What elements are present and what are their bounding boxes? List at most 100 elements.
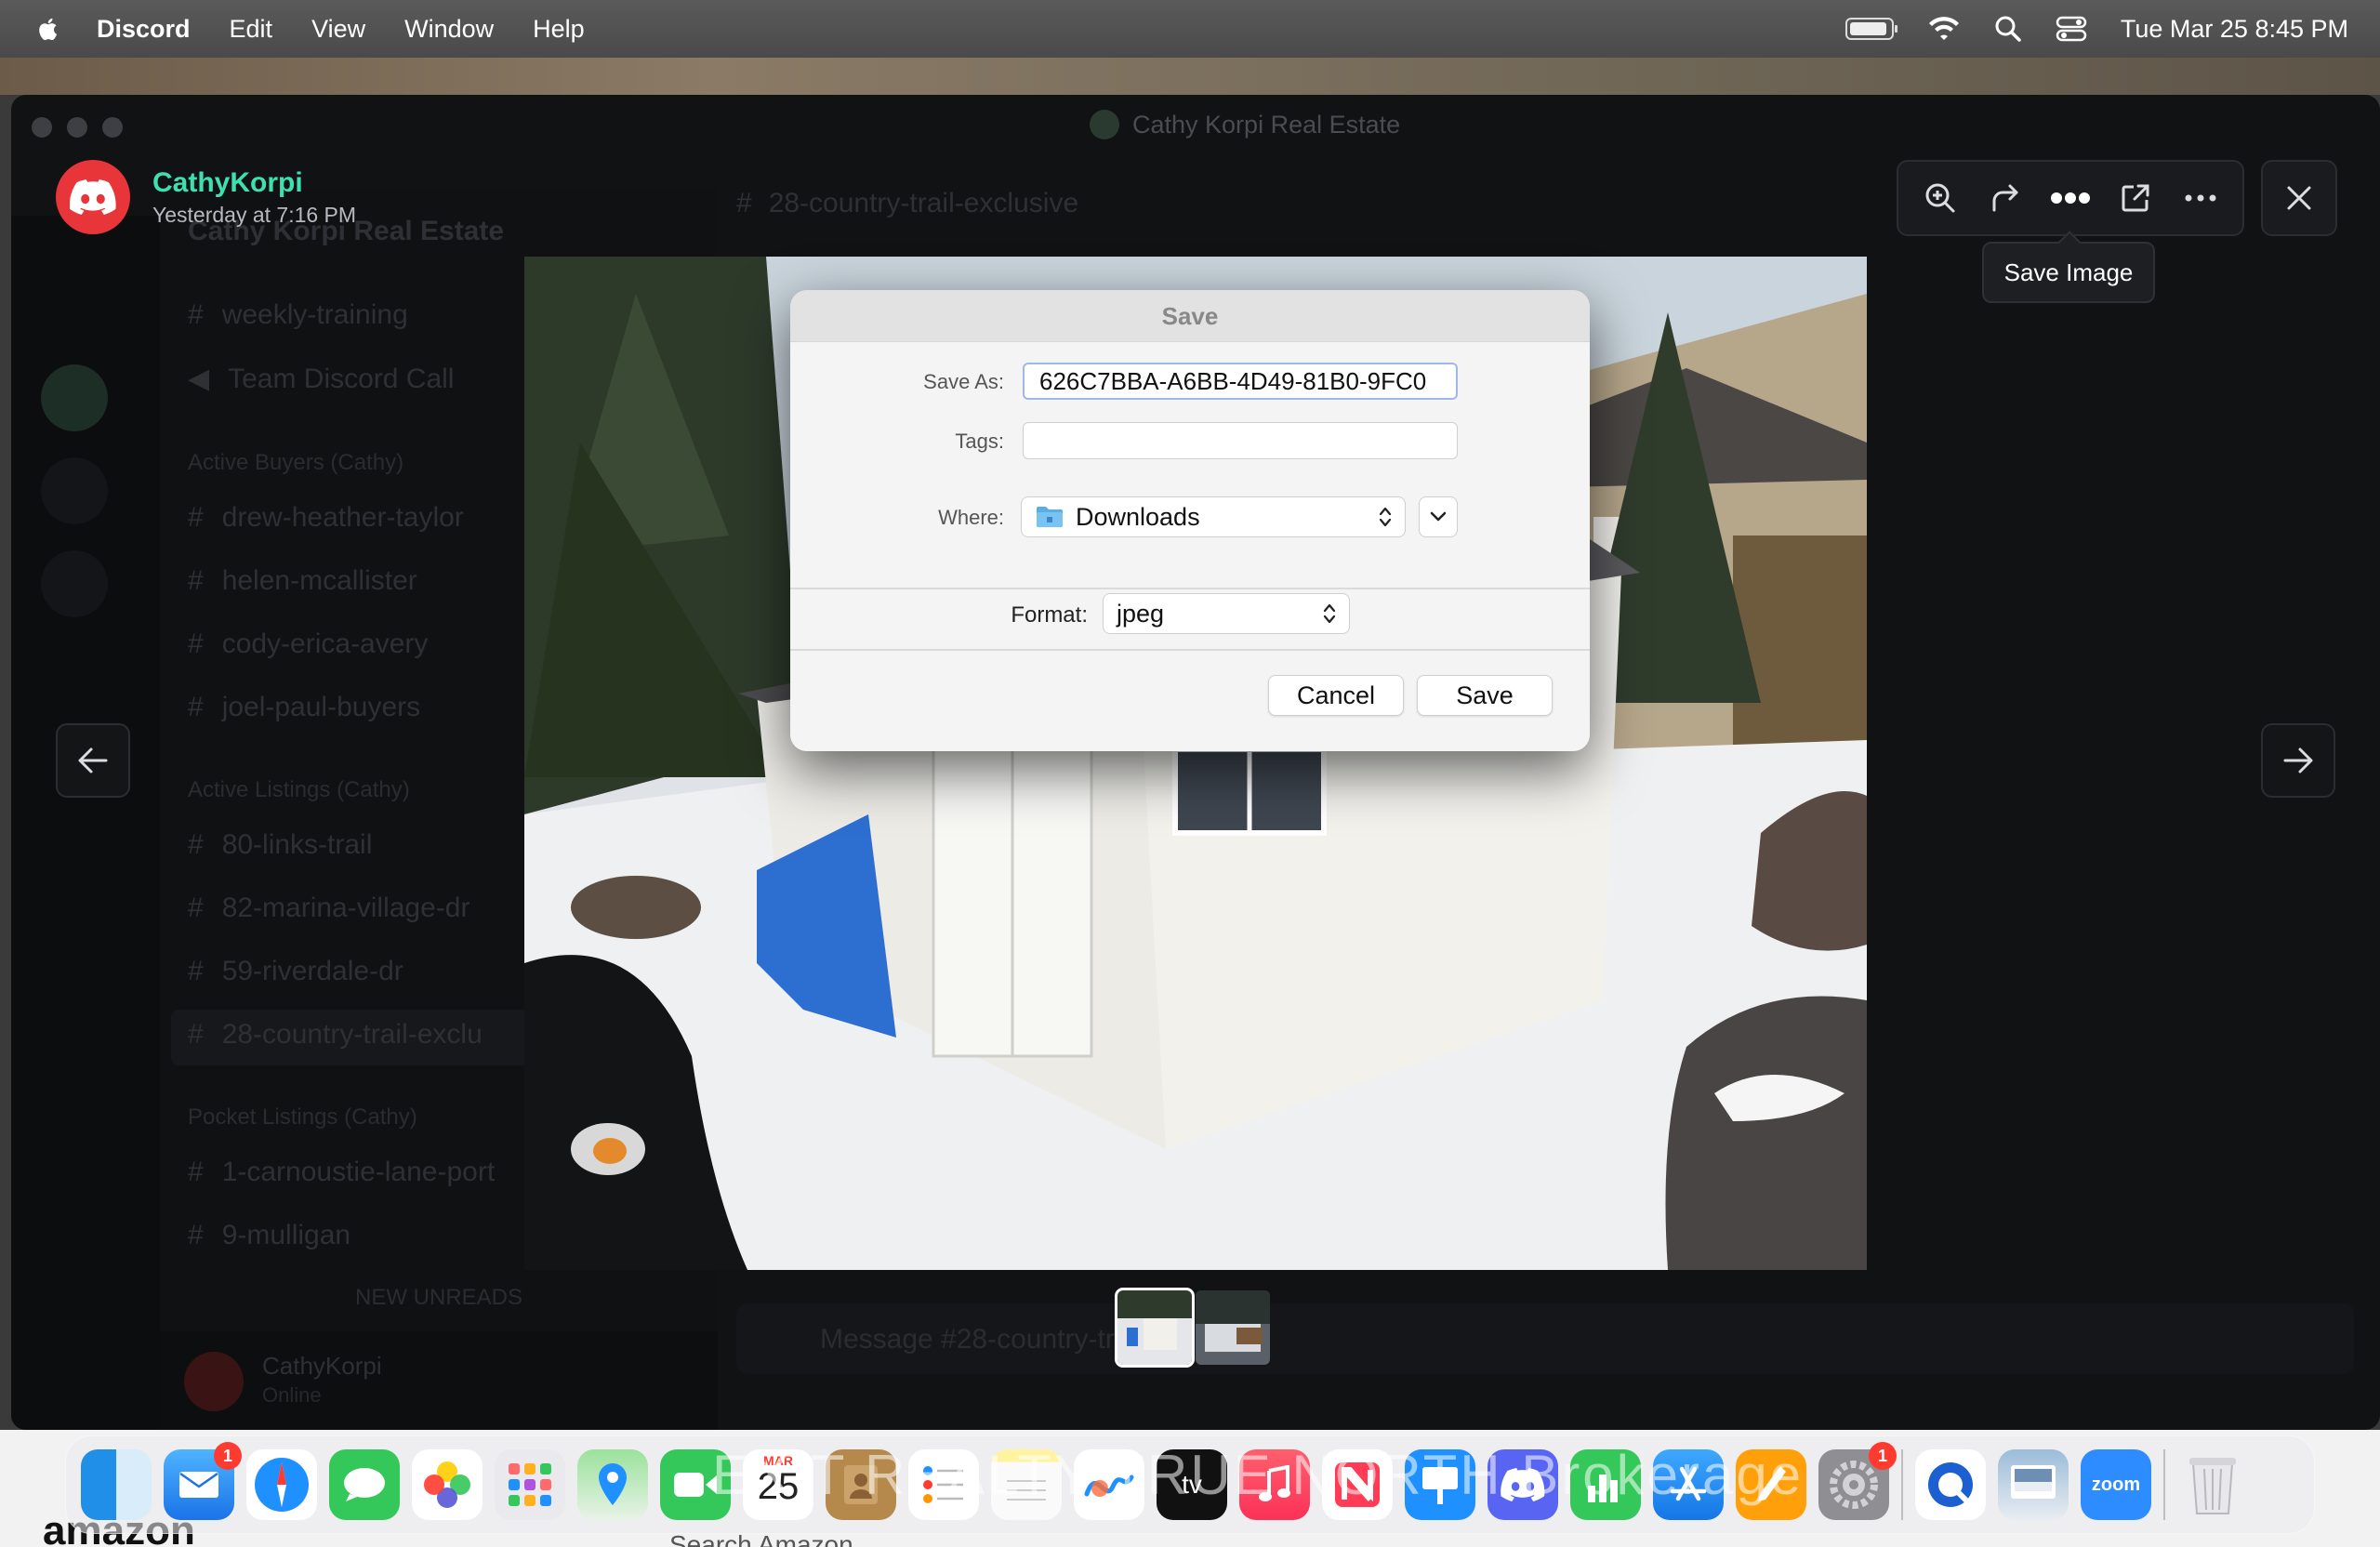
zoom-in-icon: [1925, 183, 1955, 213]
chevron-down-icon: [1430, 511, 1447, 522]
next-image-button[interactable]: [2261, 723, 2335, 798]
tags-field[interactable]: [1023, 422, 1458, 459]
format-popup[interactable]: jpeg: [1103, 593, 1350, 634]
cancel-button[interactable]: Cancel: [1268, 675, 1404, 716]
window-title: Cathy Korpi Real Estate: [1090, 110, 1400, 139]
channel-header: #28-country-trail-exclusive: [736, 188, 1079, 218]
window-controls: [32, 117, 123, 138]
user-panel: CathyKorpi Online: [160, 1331, 718, 1430]
menu-app-name[interactable]: Discord: [97, 15, 191, 44]
settings-badge: 1: [1869, 1442, 1897, 1470]
more-options-button[interactable]: [2178, 176, 2223, 220]
dock-separator: [1901, 1449, 1903, 1520]
avatar[interactable]: [184, 1352, 244, 1411]
save-as-field[interactable]: [1023, 363, 1458, 400]
more-dots-icon: [2051, 192, 2090, 204]
channel-item[interactable]: # helen-mcallister: [188, 565, 417, 597]
save-image-button[interactable]: [2048, 176, 2093, 220]
channel-item[interactable]: #59-riverdale-dr: [188, 956, 403, 987]
server-rail: [11, 216, 160, 1430]
dialog-title: Save: [790, 290, 1590, 342]
channel-item[interactable]: #9-mulligan: [188, 1220, 350, 1251]
discord-logo-icon: [70, 179, 116, 215]
viewer-toolbar: [1897, 160, 2244, 236]
server-icon: [1090, 110, 1119, 139]
expand-browser-button[interactable]: [1419, 496, 1458, 537]
updown-chevron-icon: [1323, 603, 1336, 624]
channel-item[interactable]: # cody-erica-avery: [188, 628, 428, 660]
category-listings[interactable]: Active Listings (Cathy): [188, 777, 410, 803]
zoom-label: zoom: [2091, 1474, 2141, 1495]
save-button[interactable]: Save: [1417, 675, 1553, 716]
message-input[interactable]: Message #28-country-trail-exclusive: [736, 1303, 2354, 1374]
category-buyers[interactable]: Active Buyers (Cathy): [188, 450, 403, 476]
channel-item[interactable]: #80-links-trail: [188, 829, 372, 861]
close-viewer-button[interactable]: [2261, 160, 2337, 236]
where-label: Where:: [938, 506, 1004, 529]
close-icon: [2287, 186, 2311, 210]
tags-label: Tags:: [955, 430, 1004, 453]
voice-channel-item[interactable]: ◀ Team Discord Call: [188, 363, 454, 395]
quicktime-icon[interactable]: [1915, 1449, 1986, 1520]
close-window-button[interactable]: [32, 117, 52, 138]
channel-item[interactable]: #82-marina-village-dr: [188, 892, 469, 924]
messages-icon[interactable]: [329, 1449, 400, 1520]
mail-badge: 1: [214, 1442, 242, 1470]
spotlight-search-icon[interactable]: [1994, 15, 2022, 43]
zoom-window-button[interactable]: [102, 117, 123, 138]
battery-icon[interactable]: [1844, 18, 1897, 40]
mail-icon[interactable]: 1: [164, 1442, 242, 1520]
arrow-left-icon: [78, 747, 108, 774]
desktop-wallpaper: [0, 58, 2380, 95]
menubar-clock[interactable]: Tue Mar 25 8:45 PM: [2121, 15, 2348, 44]
menu-view[interactable]: View: [311, 15, 365, 44]
finder-icon[interactable]: [81, 1449, 152, 1520]
forward-button[interactable]: [1983, 176, 2028, 220]
channel-item[interactable]: # joel-paul-buyers: [188, 692, 420, 723]
system-settings-icon[interactable]: 1: [1818, 1442, 1897, 1520]
avatar[interactable]: [56, 160, 130, 234]
forward-icon: [1992, 184, 2018, 212]
control-center-icon[interactable]: [2056, 15, 2087, 43]
where-popup[interactable]: Downloads: [1021, 496, 1406, 537]
channel-item[interactable]: #1-carnoustie-lane-port: [188, 1157, 495, 1188]
thumbnail-2[interactable]: [1196, 1290, 1270, 1365]
zoom-app-icon[interactable]: zoom: [2081, 1449, 2151, 1520]
discover-icon[interactable]: [41, 550, 108, 617]
author-name[interactable]: CathyKorpi: [152, 167, 356, 199]
open-in-browser-button[interactable]: [2113, 176, 2158, 220]
launchpad-icon[interactable]: [495, 1449, 565, 1520]
safari-icon[interactable]: [246, 1449, 317, 1520]
folder-icon: [1037, 507, 1063, 527]
trash-icon[interactable]: [2177, 1449, 2248, 1520]
divider: [790, 649, 1590, 651]
channel-item[interactable]: # drew-heather-taylor: [188, 502, 464, 534]
previous-image-button[interactable]: [56, 723, 130, 798]
add-server-icon[interactable]: [41, 457, 108, 524]
window-title-text: Cathy Korpi Real Estate: [1132, 110, 1401, 139]
message-timestamp: Yesterday at 7:16 PM: [152, 202, 357, 227]
minimize-window-button[interactable]: [67, 117, 87, 138]
photos-icon[interactable]: [412, 1449, 483, 1520]
wifi-icon[interactable]: [1927, 16, 1961, 42]
save-as-label: Save As:: [923, 370, 1004, 393]
user-name: CathyKorpi: [262, 1352, 382, 1380]
menu-window[interactable]: Window: [404, 15, 494, 44]
menu-help[interactable]: Help: [533, 15, 585, 44]
menu-bar: Discord Edit View Window Help Tue Mar 25…: [0, 0, 2380, 58]
menu-edit[interactable]: Edit: [230, 15, 273, 44]
brokerage-watermark: EXIT REALTY TRUE NORTH Brokerage: [712, 1444, 1805, 1506]
maps-icon[interactable]: [577, 1449, 648, 1520]
preview-icon[interactable]: [1998, 1449, 2069, 1520]
save-image-tooltip: Save Image: [1982, 242, 2155, 303]
category-pocket[interactable]: Pocket Listings (Cathy): [188, 1104, 417, 1130]
thumbnail-1[interactable]: [1115, 1288, 1195, 1368]
apple-logo-icon[interactable]: [33, 14, 63, 44]
server-icon-active[interactable]: [41, 364, 108, 431]
arrow-right-icon: [2283, 747, 2313, 774]
channel-item[interactable]: # weekly-training: [188, 299, 408, 331]
new-unreads-badge[interactable]: NEW UNREADS: [355, 1285, 522, 1311]
zoom-in-button[interactable]: [1918, 176, 1963, 220]
ellipsis-icon: [2185, 194, 2216, 202]
channel-item-active[interactable]: #28-country-trail-exclu: [188, 1019, 483, 1051]
